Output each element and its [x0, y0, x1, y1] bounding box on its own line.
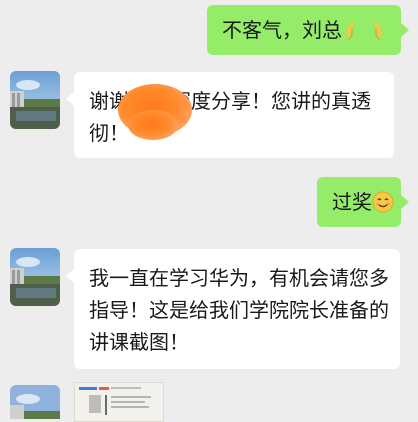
incoming-message-bubble[interactable]: 我一直在学习华为，有机会请您多 指导！这是给我们学院院长准备的 讲课截图！: [74, 249, 400, 369]
redaction-scribble: [128, 110, 178, 140]
outgoing-message-bubble[interactable]: 过奖: [317, 177, 401, 227]
outgoing-message-bubble[interactable]: 不客气，刘总: [207, 5, 401, 55]
contact-avatar[interactable]: [10, 385, 60, 419]
bubble-tail: [401, 23, 409, 37]
bubble-tail: [66, 92, 74, 106]
bubble-tail: [401, 195, 409, 209]
message-text-suffix: 深度分享！您讲的真透: [171, 89, 371, 113]
message-text: 不客气，刘总: [222, 18, 342, 42]
message-text-line: 我一直在学习华为，有机会请您多: [89, 266, 389, 290]
image-message-thumbnail[interactable]: [74, 382, 164, 422]
smiling-face-emoji: [372, 190, 394, 222]
bubble-tail: [66, 269, 74, 283]
folded-hands-emoji: [342, 18, 386, 50]
contact-avatar[interactable]: [10, 71, 60, 129]
message-text-line: 讲课截图！: [89, 330, 189, 354]
message-text-line: 指导！这是给我们学院院长准备的: [89, 298, 389, 322]
message-text: 过奖: [332, 190, 372, 214]
contact-avatar[interactable]: [10, 248, 60, 306]
